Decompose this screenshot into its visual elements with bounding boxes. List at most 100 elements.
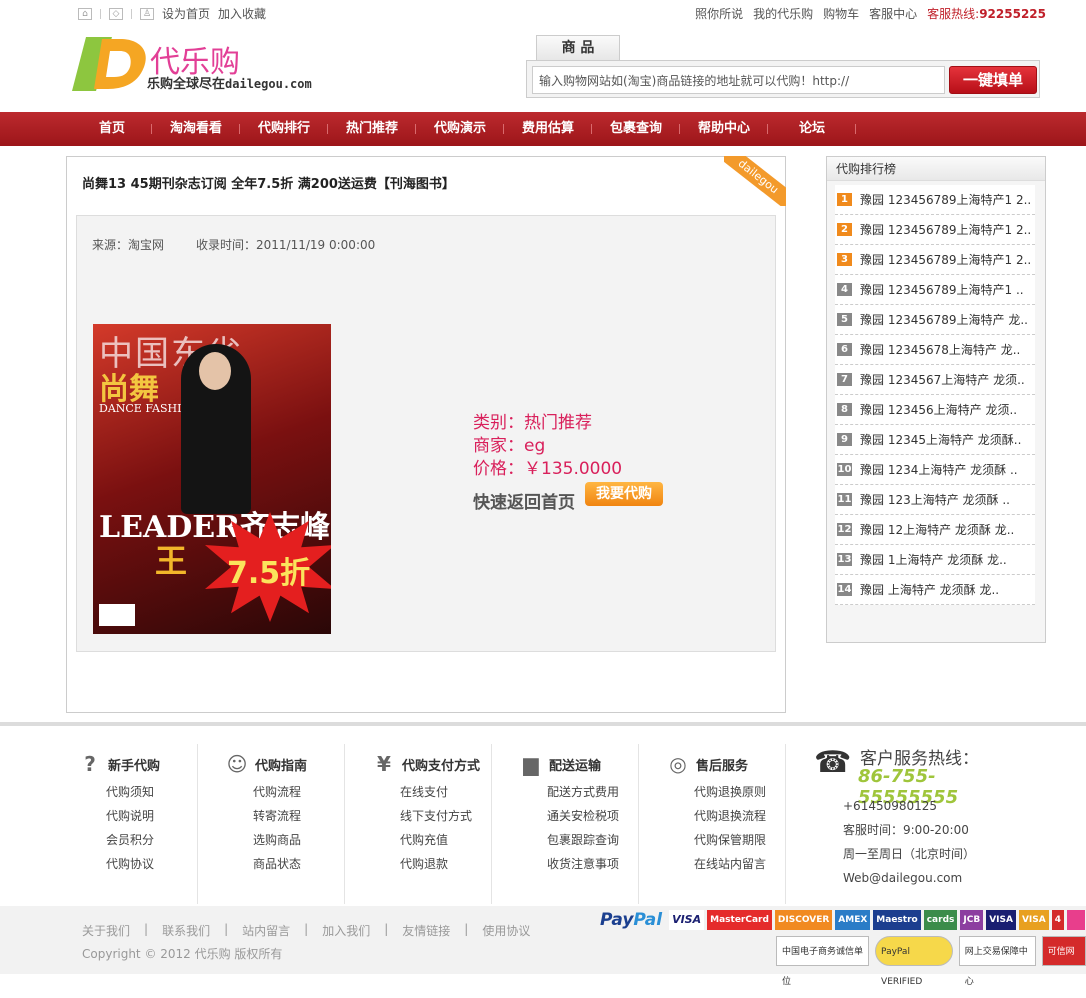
discover-logo: DISCOVER [774,910,833,930]
ranking-item-text: 豫园 12345678上海特产 龙.. [860,342,1021,357]
footer-link[interactable]: 代购保管期限 [694,828,766,852]
message-link[interactable]: 站内留言 [242,922,290,939]
nav-item-forum[interactable]: 论坛 [768,112,856,146]
footer-link[interactable]: 收货注意事项 [547,852,619,876]
friends-link[interactable]: 友情链接 [402,922,450,939]
back-home-link[interactable]: 快速返回首页 [473,488,575,513]
ranking-item-text: 豫园 1234上海特产 龙须酥 .. [860,462,1018,477]
trusted-site-seal[interactable]: 可信网站 [1041,936,1086,987]
top-bar-right: 照你所说 我的代乐购 购物车 客服中心 客服热线:92255225 [695,5,1046,22]
ribbon-text: dailegou [724,156,786,206]
footer-link[interactable]: 包裹跟踪查询 [547,828,619,852]
bookmark-icon[interactable]: ◇ [109,7,123,20]
footer-link[interactable]: 代购流程 [253,780,301,804]
nav-item-ranking[interactable]: 代购排行 [240,112,328,146]
add-favorite-link[interactable]: 加入收藏 [218,5,266,22]
footer-column-heading: ☺ 代购指南 [225,752,307,776]
ranking-item[interactable]: 1 豫园 123456789上海特产1 2.. [835,185,1035,215]
nav-item-demo[interactable]: 代购演示 [416,112,504,146]
paypal-verified-seal[interactable]: PayPal VERIFIED [875,936,953,987]
site-logo[interactable]: 代乐购 乐购全球尽在dailegou.com [72,35,342,95]
set-home-link[interactable]: 设为首页 [162,5,210,22]
footer-link[interactable]: 在线支付 [400,780,472,804]
ranking-item[interactable]: 14 豫园 上海特产 龙须酥 龙.. [835,575,1035,605]
top-link-service[interactable]: 客服中心 [869,5,917,22]
top-link-cart[interactable]: 购物车 [823,5,859,22]
nav-item-cost[interactable]: 费用估算 [504,112,592,146]
home-icon[interactable]: ⌂ [78,7,92,20]
footer-link[interactable]: 配送方式费用 [547,780,619,804]
ranking-item-text: 豫园 上海特产 龙须酥 龙.. [860,582,1000,597]
nav-item-help[interactable]: 帮助中心 [680,112,768,146]
footer-link[interactable]: 代购退换原则 [694,780,766,804]
telephone-icon: ☎ [814,745,852,780]
footer-link[interactable]: 商品状态 [253,852,301,876]
top-link-shop[interactable]: 照你所说 [695,5,743,22]
contact-link[interactable]: 联系我们 [162,922,210,939]
footer-link[interactable]: 通关安检税项 [547,804,619,828]
footer-link[interactable]: 在线站内留言 [694,852,766,876]
rank-badge: 9 [837,433,852,446]
search-box: 一键填单 [526,60,1040,98]
yen-icon: ¥ [377,752,391,776]
footer-link[interactable]: 代购充值 [400,828,472,852]
product-category: 类别：热门推荐 [473,413,592,433]
ranking-item[interactable]: 6 豫园 12345678上海特产 龙.. [835,335,1035,365]
footer-link[interactable]: 转寄流程 [253,804,301,828]
footer-column-heading: ? 新手代购 [78,752,160,776]
join-link[interactable]: 加入我们 [322,922,370,939]
ranking-item[interactable]: 7 豫园 1234567上海特产 龙须.. [835,365,1035,395]
hotline-number: 92255225 [979,7,1046,21]
ranking-item[interactable]: 9 豫园 12345上海特产 龙须酥.. [835,425,1035,455]
ranking-item[interactable]: 10 豫园 1234上海特产 龙须酥 .. [835,455,1035,485]
ranking-item[interactable]: 11 豫园 123上海特产 龙须酥 .. [835,485,1035,515]
ranking-item[interactable]: 4 豫园 123456789上海特产1 .. [835,275,1035,305]
buy-button[interactable]: 我要代购 [585,482,663,506]
footer-link[interactable]: 代购退款 [400,852,472,876]
search-input[interactable] [532,66,945,94]
footer-link[interactable]: 会员积分 [106,828,154,852]
card-logo: cards [923,910,958,930]
footer-link[interactable]: 代购须知 [106,780,154,804]
ranking-item[interactable]: 3 豫园 123456789上海特产1 2.. [835,245,1035,275]
footer-link[interactable]: 代购协议 [106,852,154,876]
ranking-item[interactable]: 12 豫园 12上海特产 龙须酥 龙.. [835,515,1035,545]
service-email[interactable]: Web@dailegou.com [843,866,975,890]
mastercard-logo: MasterCard [707,910,772,930]
divider: | [224,922,229,936]
nav-item-home[interactable]: 首页 [72,112,152,146]
star-icon[interactable]: ♙ [140,7,154,20]
rank-badge: 13 [837,553,852,566]
one-click-order-button[interactable]: 一键填单 [949,66,1037,94]
nav-item-hot[interactable]: 热门推荐 [328,112,416,146]
divider: | [144,922,149,936]
ranking-item[interactable]: 13 豫园 1上海特产 龙须酥 龙.. [835,545,1035,575]
corner-ribbon: dailegou [724,156,786,206]
ranking-item[interactable]: 5 豫园 123456789上海特产 龙.. [835,305,1035,335]
divider: | [464,922,469,936]
ec-trust-seal[interactable]: 中国电子商务诚信单位 [776,936,870,987]
nav-item-package[interactable]: 包裹查询 [592,112,680,146]
about-link[interactable]: 关于我们 [82,922,130,939]
top-link-my-account[interactable]: 我的代乐购 [753,5,813,22]
product-title: 尚舞13 45期刊杂志订阅 全年7.5折 满200送运费【刊海图书】 [82,177,455,192]
footer-link[interactable]: 代购退换流程 [694,804,766,828]
trade-guarantee-seal[interactable]: 网上交易保障中心 [958,936,1036,987]
logo-mark-icon [72,37,146,91]
footer-link[interactable]: 代购说明 [106,804,154,828]
ranking-item[interactable]: 2 豫园 123456789上海特产1 2.. [835,215,1035,245]
ranking-item-text: 豫园 12上海特产 龙须酥 龙.. [860,522,1015,537]
question-icon: ? [84,752,96,776]
footer-link[interactable]: 线下支付方式 [400,804,472,828]
ranking-item-text: 豫园 123456789上海特产1 2.. [860,192,1032,207]
rank-badge: 7 [837,373,852,386]
footer-column-guide: ☺ 代购指南 代购流程 转寄流程 选购商品 商品状态 [215,744,345,904]
search-tab-product[interactable]: 商 品 [536,35,620,61]
ranking-item[interactable]: 8 豫园 123456上海特产 龙须.. [835,395,1035,425]
footer-link[interactable]: 选购商品 [253,828,301,852]
terms-link[interactable]: 使用协议 [482,922,530,939]
nav-item-browse[interactable]: 淘淘看看 [152,112,240,146]
rank-badge: 6 [837,343,852,356]
brand-logo-icon [1067,910,1085,930]
product-image[interactable]: 中国东省 尚舞 DANCE FASHION LEADER齐志峰 王 7.5折 [93,324,331,634]
